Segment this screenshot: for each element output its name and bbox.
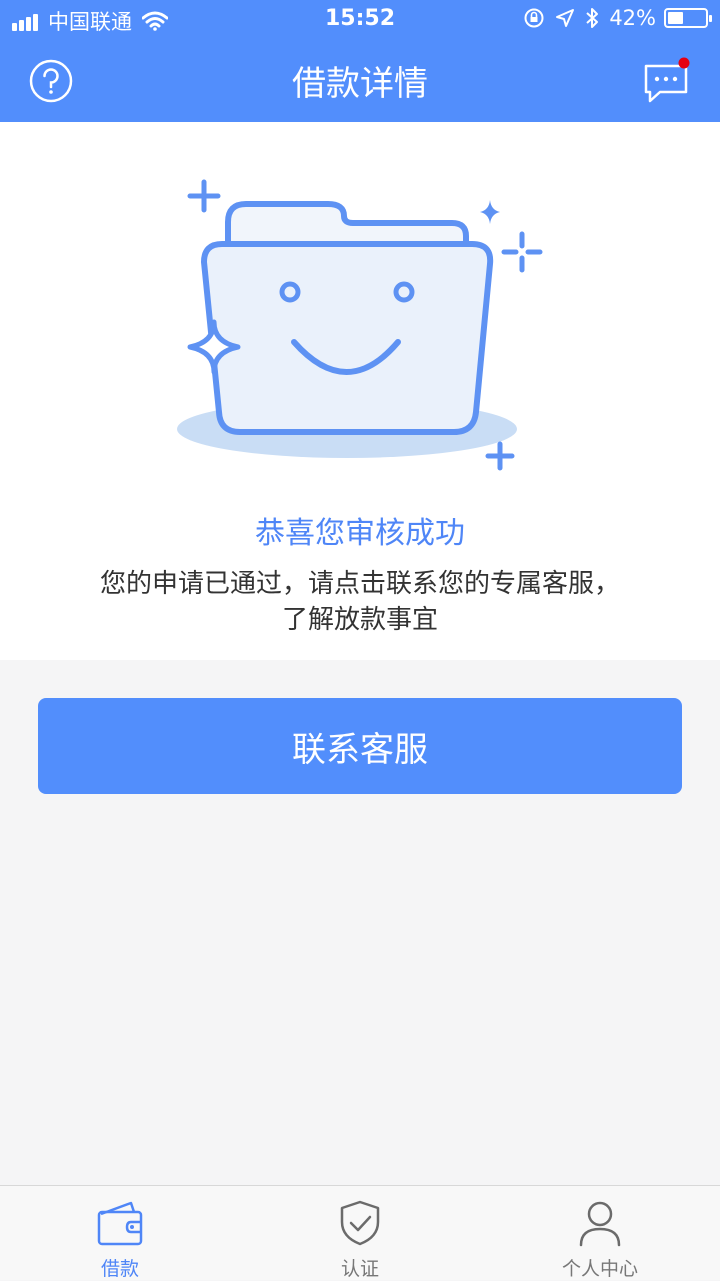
notification-badge [678,57,690,69]
bluetooth-icon [586,8,599,28]
tab-label: 借款 [100,1258,139,1280]
success-description-line2: 了解放款事宜 [281,605,438,635]
battery-level [668,12,683,24]
page-title: 借款详情 [292,64,428,104]
app-header: 中国联通 15:52 42% 借款详情 [0,0,720,122]
success-description-line1: 您的申请已通过，请点击联系您的专属客服， [99,569,620,599]
nav-bar: 借款详情 [0,40,720,122]
bottom-tab-bar: 借款 认证 个人中心 [0,1185,720,1280]
smiling-folder-illustration [177,179,543,471]
tab-profile[interactable]: 个人中心 [480,1186,720,1281]
tab-loan[interactable]: 借款 [0,1186,240,1281]
tab-label: 认证 [340,1258,379,1280]
tab-certification[interactable]: 认证 [240,1186,480,1281]
message-icon[interactable] [642,56,692,106]
orientation-lock-icon [524,8,544,28]
battery-icon [664,8,712,28]
person-icon [579,1201,621,1247]
location-icon [556,9,575,27]
tab-label: 个人中心 [561,1258,638,1280]
success-description: 您的申请已通过，请点击联系您的专属客服， 了解放款事宜 [60,566,660,638]
contact-service-button[interactable]: 联系客服 [38,698,682,794]
shield-check-icon [340,1200,380,1246]
success-title: 恭喜您审核成功 [255,516,465,551]
result-card: 恭喜您审核成功 您的申请已通过，请点击联系您的专属客服， 了解放款事宜 [0,122,720,660]
status-right: 42% [513,6,712,30]
wallet-icon [97,1201,143,1246]
battery-percent: 42% [609,6,656,30]
status-bar: 中国联通 15:52 42% [0,0,720,40]
